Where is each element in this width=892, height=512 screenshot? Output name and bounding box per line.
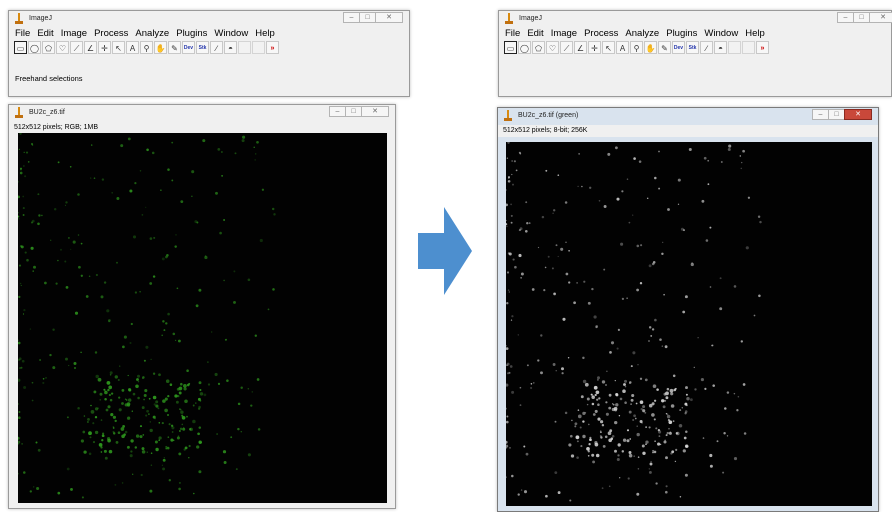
- line-tool-button[interactable]: ⟋: [560, 41, 573, 54]
- transform-arrow-icon: [418, 207, 472, 295]
- imagej-window-left: ImageJ – □ ✕ File Edit Image Process Ana…: [8, 10, 410, 97]
- dev-tool-button[interactable]: Dev: [672, 41, 685, 54]
- image-canvas[interactable]: [18, 133, 387, 503]
- angle-tool-button[interactable]: ∠: [574, 41, 587, 54]
- toolbar: ▭ ◯ ⬠ ♡ ⟋ ∠ ✛ ↖ A ⚲ ✋ ✎ Dev Stk ∕ ◓ »: [499, 40, 891, 54]
- close-button[interactable]: ✕: [361, 106, 389, 117]
- wand-tool-button[interactable]: ↖: [602, 41, 615, 54]
- window-controls: – □ ✕: [812, 109, 872, 120]
- brush-tool-button[interactable]: ∕: [700, 41, 713, 54]
- angle-tool-button[interactable]: ∠: [84, 41, 97, 54]
- minimize-button[interactable]: –: [329, 106, 346, 117]
- freehand-tool-button[interactable]: ♡: [56, 41, 69, 54]
- minimize-button[interactable]: –: [343, 12, 360, 23]
- menu-window[interactable]: Window: [214, 28, 248, 40]
- menu-window[interactable]: Window: [704, 28, 738, 40]
- blank-tool-button[interactable]: [252, 41, 265, 54]
- menu-help[interactable]: Help: [745, 28, 765, 40]
- titlebar-right: ImageJ – □ ✕: [499, 11, 892, 28]
- stk-tool-button[interactable]: Stk: [196, 41, 209, 54]
- imagej-app-icon: [15, 107, 23, 118]
- menu-bar: File Edit Image Process Analyze Plugins …: [9, 28, 409, 40]
- rectangle-tool-button[interactable]: ▭: [14, 41, 27, 54]
- close-button[interactable]: ✕: [844, 109, 872, 120]
- menu-image[interactable]: Image: [61, 28, 87, 40]
- minimize-button[interactable]: –: [837, 12, 854, 23]
- image-title: BU2c_z6.tif (green): [518, 112, 579, 119]
- window-controls: – □ ✕: [343, 12, 403, 23]
- menu-file[interactable]: File: [15, 28, 30, 40]
- maximize-button[interactable]: □: [853, 12, 870, 23]
- image-titlebar-left: BU2c_z6.tif – □ ✕: [9, 105, 395, 122]
- image-titlebar-right: BU2c_z6.tif (green) – □ ✕: [498, 108, 878, 125]
- text-tool-button[interactable]: A: [126, 41, 139, 54]
- hand-tool-button[interactable]: ✋: [154, 41, 167, 54]
- image-window-left: BU2c_z6.tif – □ ✕ 512x512 pixels; RGB; 1…: [8, 104, 396, 509]
- window-title: ImageJ: [29, 15, 52, 22]
- menu-plugins[interactable]: Plugins: [666, 28, 697, 40]
- menu-analyze[interactable]: Analyze: [135, 28, 169, 40]
- hand-tool-button[interactable]: ✋: [644, 41, 657, 54]
- imagej-app-icon: [505, 13, 513, 24]
- menu-image[interactable]: Image: [551, 28, 577, 40]
- imagej-app-icon: [15, 13, 23, 24]
- polygon-tool-button[interactable]: ⬠: [532, 41, 545, 54]
- image-info: 512x512 pixels; 8-bit; 256K: [498, 125, 878, 137]
- oval-tool-button[interactable]: ◯: [518, 41, 531, 54]
- menu-edit[interactable]: Edit: [527, 28, 543, 40]
- blank-tool-button[interactable]: [742, 41, 755, 54]
- titlebar-left: ImageJ – □ ✕: [9, 11, 409, 28]
- close-button[interactable]: ✕: [869, 12, 892, 23]
- menu-process[interactable]: Process: [584, 28, 618, 40]
- menu-process[interactable]: Process: [94, 28, 128, 40]
- oval-tool-button[interactable]: ◯: [28, 41, 41, 54]
- more-tools-button[interactable]: »: [756, 41, 769, 54]
- window-controls: – □ ✕: [329, 106, 389, 117]
- stk-tool-button[interactable]: Stk: [686, 41, 699, 54]
- line-tool-button[interactable]: ⟋: [70, 41, 83, 54]
- blank-tool-button[interactable]: [728, 41, 741, 54]
- polygon-tool-button[interactable]: ⬠: [42, 41, 55, 54]
- status-text: Freehand selections: [15, 74, 83, 83]
- menu-help[interactable]: Help: [255, 28, 275, 40]
- magnifier-tool-button[interactable]: ⚲: [630, 41, 643, 54]
- maximize-button[interactable]: □: [359, 12, 376, 23]
- image-window-right: BU2c_z6.tif (green) – □ ✕ 512x512 pixels…: [497, 107, 879, 512]
- flood-fill-tool-button[interactable]: ◓: [714, 41, 727, 54]
- menu-file[interactable]: File: [505, 28, 520, 40]
- menu-bar: File Edit Image Process Analyze Plugins …: [499, 28, 891, 40]
- menu-edit[interactable]: Edit: [37, 28, 53, 40]
- menu-analyze[interactable]: Analyze: [625, 28, 659, 40]
- rectangle-tool-button[interactable]: ▭: [504, 41, 517, 54]
- more-tools-button[interactable]: »: [266, 41, 279, 54]
- dev-tool-button[interactable]: Dev: [182, 41, 195, 54]
- maximize-button[interactable]: □: [345, 106, 362, 117]
- window-title: ImageJ: [519, 15, 542, 22]
- maximize-button[interactable]: □: [828, 109, 845, 120]
- freehand-tool-button[interactable]: ♡: [546, 41, 559, 54]
- toolbar: ▭ ◯ ⬠ ♡ ⟋ ∠ ✛ ↖ A ⚲ ✋ ✎ Dev Stk ∕ ◓ »: [9, 40, 409, 54]
- close-button[interactable]: ✕: [375, 12, 403, 23]
- menu-plugins[interactable]: Plugins: [176, 28, 207, 40]
- blank-tool-button[interactable]: [238, 41, 251, 54]
- point-tool-button[interactable]: ✛: [98, 41, 111, 54]
- dropper-tool-button[interactable]: ✎: [168, 41, 181, 54]
- imagej-window-right: ImageJ – □ ✕ File Edit Image Process Ana…: [498, 10, 892, 97]
- minimize-button[interactable]: –: [812, 109, 829, 120]
- dropper-tool-button[interactable]: ✎: [658, 41, 671, 54]
- wand-tool-button[interactable]: ↖: [112, 41, 125, 54]
- text-tool-button[interactable]: A: [616, 41, 629, 54]
- imagej-app-icon: [504, 110, 512, 121]
- window-controls: – □ ✕: [837, 12, 892, 23]
- image-canvas[interactable]: [506, 142, 872, 506]
- image-title: BU2c_z6.tif: [29, 109, 65, 116]
- brush-tool-button[interactable]: ∕: [210, 41, 223, 54]
- flood-fill-tool-button[interactable]: ◓: [224, 41, 237, 54]
- point-tool-button[interactable]: ✛: [588, 41, 601, 54]
- magnifier-tool-button[interactable]: ⚲: [140, 41, 153, 54]
